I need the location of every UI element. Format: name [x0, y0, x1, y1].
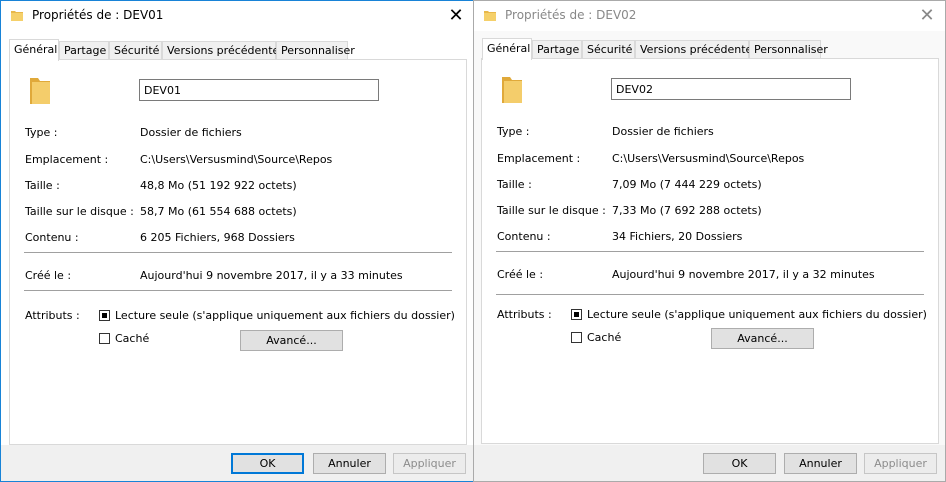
- apply-button[interactable]: Appliquer: [393, 453, 466, 474]
- title-bar[interactable]: Propriétés de : DEV02 ✕: [474, 1, 945, 31]
- attributes-label: Attributs :: [497, 308, 552, 321]
- size-label: Taille :: [497, 178, 532, 191]
- readonly-label: Lecture seule (s'applique uniquement aux…: [587, 308, 927, 321]
- separator: [24, 290, 452, 291]
- folder-name-input[interactable]: [611, 78, 851, 100]
- separator: [24, 252, 452, 253]
- general-panel: Type : Dossier de fichiers Emplacement :…: [481, 58, 939, 444]
- hidden-checkbox[interactable]: [99, 333, 110, 344]
- contents-value: 6 205 Fichiers, 968 Dossiers: [140, 231, 295, 244]
- apply-button[interactable]: Appliquer: [864, 453, 937, 474]
- cancel-button[interactable]: Annuler: [784, 453, 857, 474]
- separator: [496, 251, 924, 252]
- type-value: Dossier de fichiers: [612, 125, 714, 138]
- created-label: Créé le :: [25, 269, 72, 282]
- type-label: Type :: [497, 125, 530, 138]
- ok-button[interactable]: OK: [703, 453, 776, 474]
- folder-name-input[interactable]: [139, 79, 379, 101]
- attributes-label: Attributs :: [25, 309, 80, 322]
- tab-previous-versions[interactable]: Versions précédentes: [162, 41, 285, 59]
- tab-sharing[interactable]: Partage: [59, 41, 109, 59]
- readonly-checkbox[interactable]: [571, 309, 582, 320]
- folder-icon: [502, 77, 522, 103]
- tab-previous-versions[interactable]: Versions précédentes: [635, 40, 758, 58]
- hidden-checkbox[interactable]: [571, 332, 582, 343]
- properties-window-dev01: Propriétés de : DEV01 ✕ Général Partage …: [0, 0, 475, 482]
- cancel-button[interactable]: Annuler: [313, 453, 386, 474]
- hidden-label: Caché: [587, 331, 622, 344]
- close-icon[interactable]: ✕: [915, 5, 939, 27]
- disk-size-label: Taille sur le disque :: [497, 204, 606, 217]
- location-value: C:\Users\Versusmind\Source\Repos: [612, 152, 805, 165]
- general-panel: Type : Dossier de fichiers Emplacement :…: [9, 59, 467, 445]
- size-value: 48,8 Mo (51 192 922 octets): [140, 179, 297, 192]
- contents-label: Contenu :: [25, 231, 79, 244]
- type-value: Dossier de fichiers: [140, 126, 242, 139]
- button-bar: OK Annuler Appliquer: [1, 445, 474, 481]
- disk-size-value: 58,7 Mo (61 554 688 octets): [140, 205, 297, 218]
- contents-value: 34 Fichiers, 20 Dossiers: [612, 230, 743, 243]
- advanced-button[interactable]: Avancé...: [711, 328, 814, 349]
- tab-customize[interactable]: Personnaliser: [276, 41, 355, 59]
- folder-icon: [11, 11, 23, 21]
- title-bar[interactable]: Propriétés de : DEV01 ✕: [1, 1, 474, 31]
- window-title: Propriétés de : DEV02: [505, 8, 637, 22]
- location-label: Emplacement :: [497, 152, 581, 165]
- close-icon[interactable]: ✕: [444, 5, 468, 27]
- contents-label: Contenu :: [497, 230, 551, 243]
- created-label: Créé le :: [497, 268, 544, 281]
- separator: [496, 294, 924, 295]
- hidden-label: Caché: [115, 332, 150, 345]
- properties-window-dev02: Propriétés de : DEV02 ✕ Général Partage …: [473, 0, 946, 482]
- readonly-checkbox[interactable]: [99, 310, 110, 321]
- location-value: C:\Users\Versusmind\Source\Repos: [140, 153, 333, 166]
- created-value: Aujourd'hui 9 novembre 2017, il y a 33 m…: [140, 269, 403, 282]
- tab-security[interactable]: Sécurité: [109, 41, 162, 59]
- advanced-button[interactable]: Avancé...: [240, 330, 343, 351]
- tab-customize[interactable]: Personnaliser: [749, 40, 828, 58]
- tab-general[interactable]: Général: [9, 39, 59, 61]
- button-bar: OK Annuler Appliquer: [474, 445, 945, 481]
- folder-icon: [484, 11, 496, 21]
- disk-size-value: 7,33 Mo (7 692 288 octets): [612, 204, 762, 217]
- size-value: 7,09 Mo (7 444 229 octets): [612, 178, 762, 191]
- size-label: Taille :: [25, 179, 60, 192]
- tab-sharing[interactable]: Partage: [532, 40, 582, 58]
- ok-button[interactable]: OK: [231, 453, 304, 474]
- created-value: Aujourd'hui 9 novembre 2017, il y a 32 m…: [612, 268, 875, 281]
- disk-size-label: Taille sur le disque :: [25, 205, 134, 218]
- type-label: Type :: [25, 126, 58, 139]
- readonly-label: Lecture seule (s'applique uniquement aux…: [115, 309, 455, 322]
- folder-icon: [30, 78, 50, 104]
- tab-security[interactable]: Sécurité: [582, 40, 635, 58]
- location-label: Emplacement :: [25, 153, 109, 166]
- tab-general[interactable]: Général: [482, 38, 532, 60]
- window-title: Propriétés de : DEV01: [32, 8, 164, 22]
